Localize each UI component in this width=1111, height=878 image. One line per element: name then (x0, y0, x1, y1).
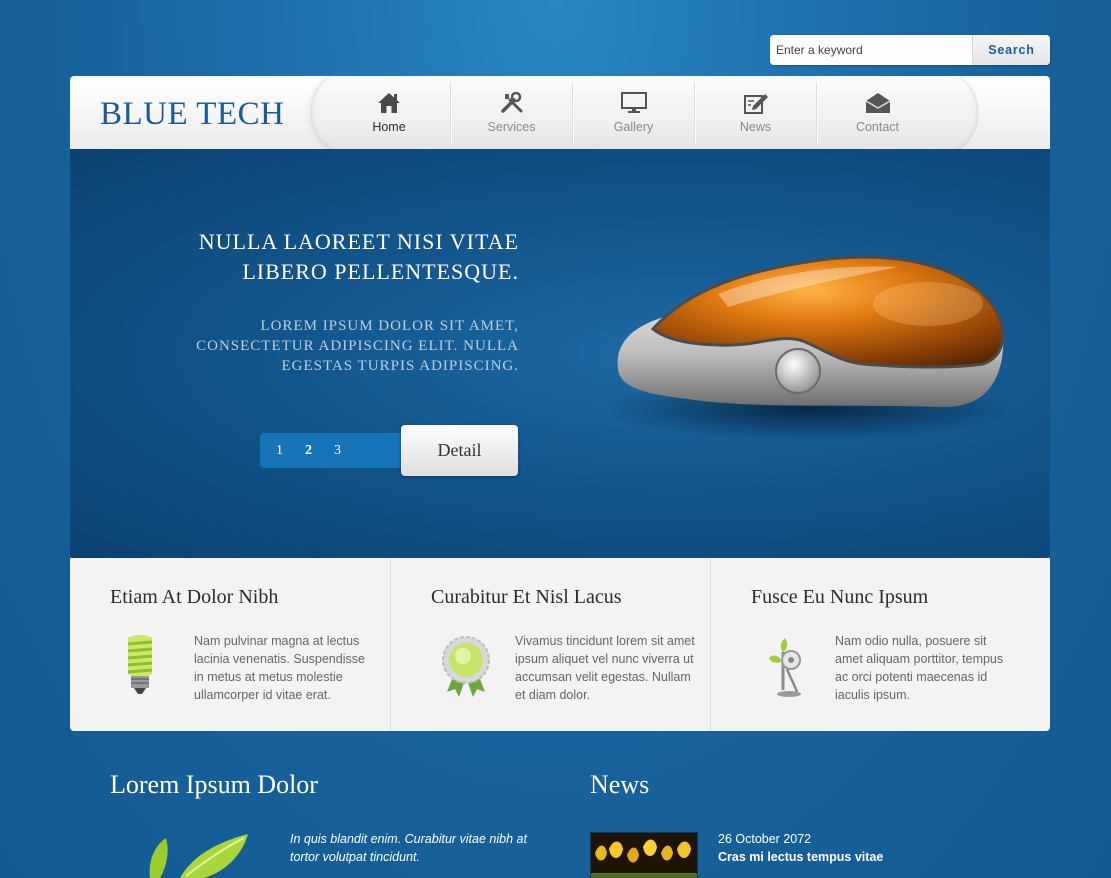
detail-button[interactable]: Detail (401, 425, 518, 476)
computer-mouse-image (603, 255, 1013, 441)
feature-title: Etiam At Dolor Nibh (110, 586, 279, 608)
award-badge-icon (442, 636, 490, 697)
hero-subtitle: LOREM IPSUM DOLOR SIT AMET, CONSECTETUR … (79, 316, 519, 376)
slide-page-3[interactable]: 3 (334, 443, 341, 459)
news-headline[interactable]: Cras mi lectus tempus vitae (718, 848, 883, 866)
hero-title-line: LIBERO PELLENTESQUE. (242, 259, 519, 284)
main-nav: Home Services Gallery News Contact (328, 82, 938, 144)
feature-card: Etiam At Dolor Nibh Nam pulvinar magna a… (70, 558, 390, 731)
leaf-image (149, 834, 248, 878)
slide-page-2[interactable]: 2 (305, 443, 312, 459)
lightbulb-icon (127, 635, 153, 694)
tulips-image (591, 833, 697, 878)
nav-label-contact: Contact (855, 120, 900, 134)
nav-label-services: Services (487, 120, 536, 134)
site-logo[interactable]: BLUE TECH (100, 96, 284, 133)
feature-text: Vivamus tincidunt lorem sit amet ipsum a… (515, 634, 695, 702)
lorem-section-title: Lorem Ipsum Dolor (110, 770, 318, 799)
slide-page-1[interactable]: 1 (276, 443, 283, 459)
nav-item-contact[interactable]: Contact (816, 82, 938, 144)
lorem-section-text: In quis blandit enim. Curabitur vitae ni… (290, 832, 527, 864)
nav-item-gallery[interactable]: Gallery (572, 82, 694, 144)
nav-item-home[interactable]: Home (328, 82, 450, 144)
monitor-icon (620, 92, 647, 113)
news-section-title: News (590, 770, 650, 799)
mail-icon (865, 93, 890, 113)
features-panel: Etiam At Dolor Nibh Nam pulvinar magna a… (70, 558, 1050, 731)
search-button[interactable]: Search (972, 35, 1050, 65)
search-bar: Search (770, 35, 1050, 65)
nav-label-gallery: Gallery (613, 120, 654, 134)
hero-subtitle-line: LOREM IPSUM DOLOR SIT AMET, (260, 318, 519, 334)
site-header: BLUE TECH Home Services Gallery News Con… (70, 76, 1050, 149)
nav-item-news[interactable]: News (694, 82, 816, 144)
slide-pager: 1 2 3 (260, 433, 405, 468)
news-date: 26 October 2072 (718, 832, 812, 846)
feature-card: Curabitur Et Nisl Lacus Vivamus tincidun… (390, 558, 710, 731)
eco-fan-icon (769, 638, 801, 697)
edit-icon (743, 94, 768, 114)
nav-item-services[interactable]: Services (450, 82, 572, 144)
hero-slider: NULLA LAOREET NISI VITAE LIBERO PELLENTE… (70, 149, 1050, 558)
feature-text: Nam odio nulla, posuere sit amet aliquam… (835, 634, 1004, 702)
feature-title: Fusce Eu Nunc Ipsum (751, 586, 929, 608)
home-icon (378, 93, 400, 113)
feature-title: Curabitur Et Nisl Lacus (431, 586, 622, 608)
hero-subtitle-line: EGESTAS TURPIS ADIPISCING. (281, 358, 519, 374)
nav-label-news: News (739, 120, 772, 134)
feature-card: Fusce Eu Nunc Ipsum Nam odio nulla, posu… (710, 558, 1030, 731)
hero-title-line: NULLA LAOREET NISI VITAE (198, 229, 519, 254)
nav-label-home: Home (372, 120, 406, 134)
hero-subtitle-line: CONSECTETUR ADIPISCING ELIT. NULLA (196, 338, 519, 354)
hero-title: NULLA LAOREET NISI VITAE LIBERO PELLENTE… (99, 227, 519, 287)
search-input[interactable] (770, 35, 972, 65)
news-thumbnail[interactable] (590, 832, 698, 878)
feature-text: Nam pulvinar magna at lectus lacinia ven… (194, 634, 365, 702)
tools-icon (500, 91, 522, 113)
